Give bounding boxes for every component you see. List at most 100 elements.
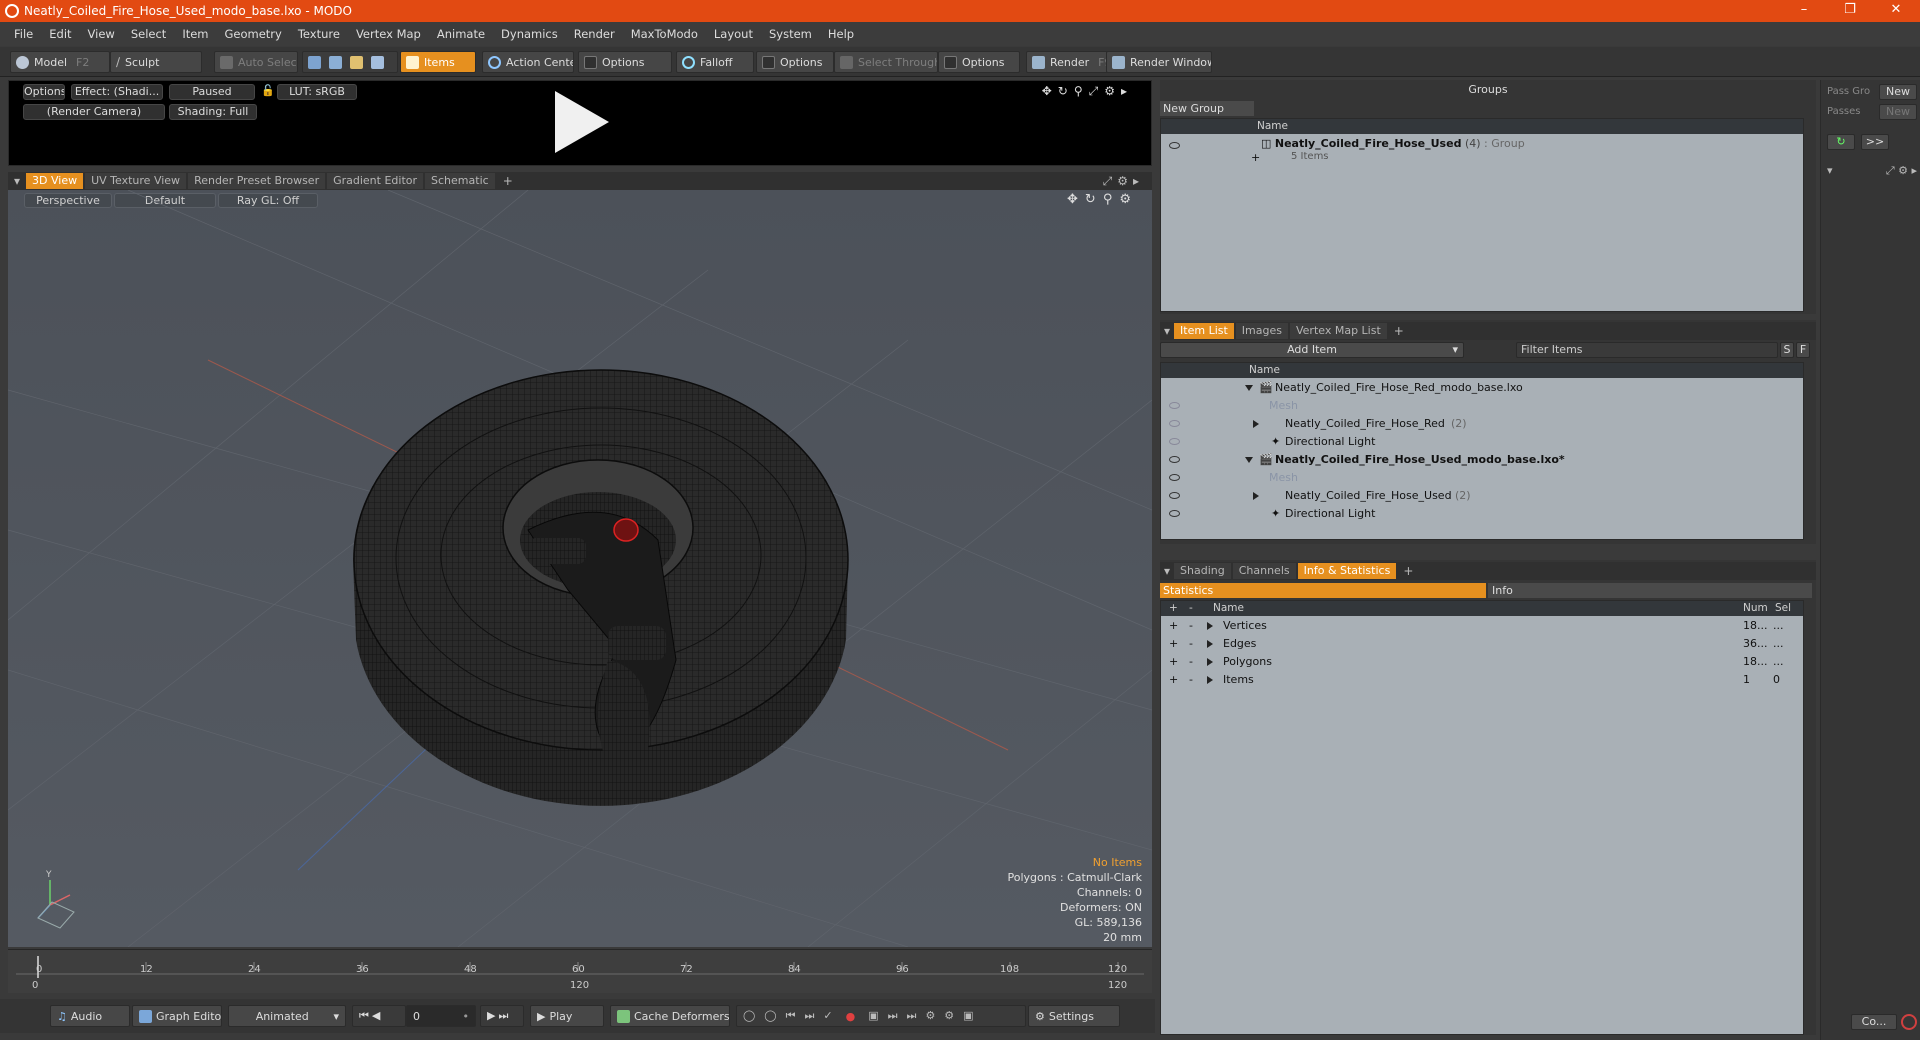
list-item[interactable]: ✦ Directional Light: [1161, 505, 1801, 523]
collapse-all-icon[interactable]: -: [1189, 601, 1193, 616]
preview-effect-dropdown[interactable]: Effect: (Shadi...: [71, 84, 163, 100]
add-icon[interactable]: +: [1169, 617, 1178, 635]
statistics-tab[interactable]: Statistics: [1160, 583, 1486, 598]
group-row[interactable]: [1169, 136, 1180, 154]
lock-icon[interactable]: 🔓: [261, 84, 273, 100]
select-through-button[interactable]: Select Through: [834, 51, 938, 73]
minimize-button[interactable]: –: [1781, 0, 1827, 22]
tab-render-preset-browser[interactable]: Render Preset Browser: [188, 173, 326, 189]
expand-arrow-icon[interactable]: [1207, 676, 1213, 684]
menu-texture[interactable]: Texture: [290, 27, 348, 41]
add-tab-icon[interactable]: +: [1398, 564, 1418, 578]
tab-uv-texture-view[interactable]: UV Texture View: [85, 173, 187, 189]
edges-mode-icon[interactable]: [329, 55, 342, 69]
panel-menu-icon[interactable]: ▾: [1160, 324, 1174, 338]
add-icon[interactable]: +: [1169, 653, 1178, 671]
group-expand-icon[interactable]: +: [1251, 151, 1260, 164]
3d-viewport[interactable]: Perspective Default Ray GL: Off ✥↻⚲⚙ Y N…: [8, 190, 1152, 947]
menu-animate[interactable]: Animate: [429, 27, 493, 41]
strip-controls[interactable]: ▾ ⤢ ⚙ ▸: [1827, 164, 1917, 178]
subtract-icon[interactable]: -: [1189, 635, 1193, 653]
expand-arrow-icon[interactable]: [1253, 492, 1259, 500]
subtract-icon[interactable]: -: [1189, 653, 1193, 671]
polygons-mode-icon[interactable]: [350, 55, 363, 69]
visibility-eye-icon[interactable]: [1169, 456, 1180, 463]
cache-deformers-button[interactable]: Cache Deformers: [610, 1005, 730, 1027]
tab-info-statistics[interactable]: Info & Statistics: [1297, 563, 1397, 579]
vertices-mode-icon[interactable]: [308, 55, 321, 69]
add-icon[interactable]: +: [1169, 635, 1178, 653]
add-icon[interactable]: +: [1169, 671, 1178, 689]
menu-file[interactable]: File: [6, 27, 41, 41]
menu-view[interactable]: View: [80, 27, 123, 41]
expand-arrow-icon[interactable]: [1253, 420, 1259, 428]
list-item[interactable]: Neatly_Coiled_Fire_Hose_Used (2): [1161, 487, 1801, 505]
preview-camera-dropdown[interactable]: (Render Camera): [23, 104, 165, 120]
group-name[interactable]: ◫ Neatly_Coiled_Fire_Hose_Used (4) : Gro…: [1261, 137, 1525, 150]
items-mode-button[interactable]: Items: [400, 51, 476, 73]
panel-controls-icons[interactable]: ⤢⚙▸: [1103, 174, 1152, 189]
preview-shading-dropdown[interactable]: Shading: Full: [169, 104, 257, 120]
render-button[interactable]: RenderF9: [1026, 51, 1108, 73]
more-button[interactable]: >>: [1861, 134, 1889, 150]
model-mode-button[interactable]: Model F2: [10, 51, 110, 73]
menu-render[interactable]: Render: [566, 27, 623, 41]
subtract-icon[interactable]: -: [1189, 671, 1193, 689]
tab-item-list[interactable]: Item List: [1174, 323, 1234, 339]
audio-button[interactable]: ♫ Audio: [50, 1005, 130, 1027]
add-item-button[interactable]: Add Item ▾: [1160, 342, 1464, 358]
menu-select[interactable]: Select: [123, 27, 174, 41]
table-row[interactable]: + - Vertices 18... ...: [1161, 617, 1801, 635]
animated-dropdown[interactable]: Animated ▾: [228, 1005, 346, 1027]
tab-gradient-editor[interactable]: Gradient Editor: [327, 173, 424, 189]
preview-paused-button[interactable]: Paused: [169, 84, 255, 100]
menu-item[interactable]: Item: [174, 27, 216, 41]
list-item[interactable]: ✦ Directional Light: [1161, 433, 1801, 451]
transport-start-buttons[interactable]: ⏮◀: [352, 1005, 406, 1027]
settings-button[interactable]: ⚙ Settings: [1028, 1005, 1120, 1027]
menu-dynamics[interactable]: Dynamics: [493, 27, 566, 41]
table-row[interactable]: + - Items 1 0: [1161, 671, 1801, 689]
graph-editor-button[interactable]: Graph Editor: [132, 1005, 222, 1027]
action-center-button[interactable]: Action Center: [482, 51, 574, 73]
info-tab[interactable]: Info: [1488, 583, 1812, 598]
visibility-eye-icon[interactable]: [1169, 141, 1180, 149]
frame-input[interactable]: 0 •: [406, 1005, 476, 1027]
list-item[interactable]: Neatly_Coiled_Fire_Hose_Red (2): [1161, 415, 1801, 433]
visibility-eye-icon[interactable]: [1169, 402, 1180, 409]
maximize-button[interactable]: ❐: [1827, 0, 1873, 22]
menu-geometry[interactable]: Geometry: [217, 27, 290, 41]
new-group-button[interactable]: New Group: [1160, 101, 1254, 116]
action-center-options-button[interactable]: Options: [578, 51, 672, 73]
select-through-options-button[interactable]: Options: [938, 51, 1020, 73]
expand-arrow-icon[interactable]: [1207, 658, 1213, 666]
add-tab-icon[interactable]: +: [497, 174, 519, 188]
range-start[interactable]: 0: [32, 980, 38, 991]
new-pass-button[interactable]: New: [1879, 104, 1917, 120]
record-icon[interactable]: ●: [846, 1010, 865, 1023]
menu-vertex-map[interactable]: Vertex Map: [348, 27, 429, 41]
subtract-icon[interactable]: -: [1189, 617, 1193, 635]
panel-menu-icon[interactable]: ▾: [1827, 164, 1833, 178]
co-button[interactable]: Co...: [1851, 1014, 1897, 1030]
materials-mode-icon[interactable]: [371, 55, 384, 69]
add-tab-icon[interactable]: +: [1389, 324, 1409, 338]
preview-lut-dropdown[interactable]: LUT: sRGB: [277, 84, 357, 100]
refresh-icon[interactable]: ↻: [1827, 134, 1855, 150]
play-button[interactable]: ▶ Play: [530, 1005, 604, 1027]
tab-schematic[interactable]: Schematic: [425, 173, 495, 189]
keyframe-tools[interactable]: ◯◯⏮⏭✓ ● ▣⏭⏭⚙⚙▣: [736, 1005, 1026, 1027]
auto-select-button[interactable]: Auto Select: [214, 51, 298, 73]
filter-items-input[interactable]: Filter Items: [1516, 342, 1778, 358]
list-item[interactable]: Mesh: [1161, 469, 1801, 487]
visibility-eye-icon[interactable]: [1169, 420, 1180, 427]
preview-nav-icons[interactable]: ✥↻⚲⤢⚙▸: [1042, 84, 1133, 99]
expand-arrow-icon[interactable]: [1245, 457, 1253, 463]
filter-f-button[interactable]: F: [1796, 342, 1810, 358]
tab-vertex-map-list[interactable]: Vertex Map List: [1289, 323, 1387, 339]
falloff-options-button[interactable]: Options: [756, 51, 834, 73]
table-row[interactable]: + - Edges 36... ...: [1161, 635, 1801, 653]
expand-arrow-icon[interactable]: [1207, 622, 1213, 630]
menu-system[interactable]: System: [761, 27, 820, 41]
menu-layout[interactable]: Layout: [706, 27, 761, 41]
